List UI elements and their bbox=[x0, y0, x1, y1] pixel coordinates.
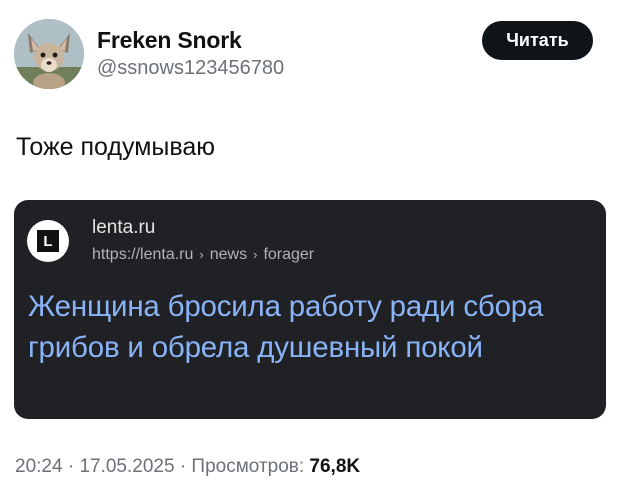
tweet-meta: 20:24 · 17.05.2025 · Просмотров: 76,8K bbox=[15, 456, 360, 478]
tweet: Freken Snork @ssnows123456780 Читать Тож… bbox=[0, 0, 620, 500]
site-logo-icon: L bbox=[27, 220, 69, 262]
url-path-forager: forager bbox=[263, 246, 315, 263]
breadcrumb-separator-icon: › bbox=[253, 247, 258, 262]
author-handle[interactable]: @ssnows123456780 bbox=[97, 57, 284, 80]
url-path-news: news bbox=[209, 246, 248, 263]
views-label: Просмотров: bbox=[191, 456, 305, 477]
follow-button[interactable]: Читать bbox=[482, 21, 593, 60]
article-headline[interactable]: Женщина бросила работу ради сбора грибов… bbox=[28, 286, 598, 368]
views-count: 76,8K bbox=[309, 456, 361, 477]
site-name: lenta.ru bbox=[92, 217, 156, 238]
site-logo-letter: L bbox=[37, 230, 59, 252]
tweet-date[interactable]: 17.05.2025 bbox=[79, 456, 174, 477]
link-preview-card[interactable]: L lenta.ru https://lenta.ru › news › forager… bbox=[14, 200, 606, 419]
breadcrumb-separator-icon: › bbox=[199, 247, 204, 262]
meta-dot: · bbox=[67, 456, 75, 477]
author-name[interactable]: Freken Snork bbox=[97, 27, 242, 54]
site-url-breadcrumb: https://lenta.ru › news › forager bbox=[92, 246, 314, 264]
url-domain: https://lenta.ru bbox=[92, 246, 194, 263]
avatar[interactable] bbox=[14, 19, 84, 89]
avatar-image bbox=[14, 19, 84, 89]
tweet-text: Тоже подумываю bbox=[16, 133, 216, 161]
meta-dot: · bbox=[179, 456, 187, 477]
tweet-time[interactable]: 20:24 bbox=[15, 456, 63, 477]
